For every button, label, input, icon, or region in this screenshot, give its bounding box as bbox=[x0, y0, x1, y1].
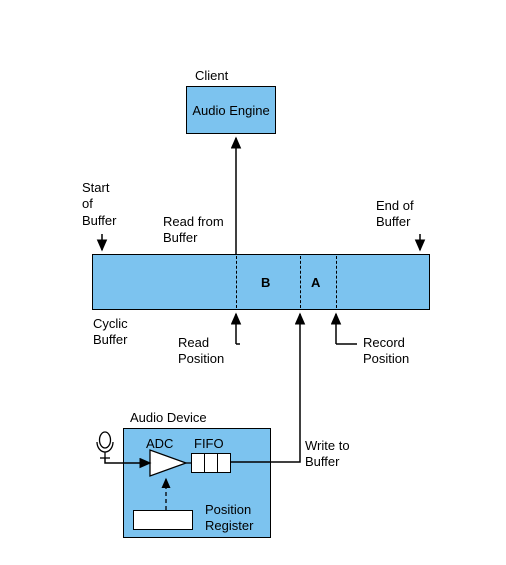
microphone-icon bbox=[97, 432, 113, 458]
arrows-svg bbox=[0, 0, 506, 565]
